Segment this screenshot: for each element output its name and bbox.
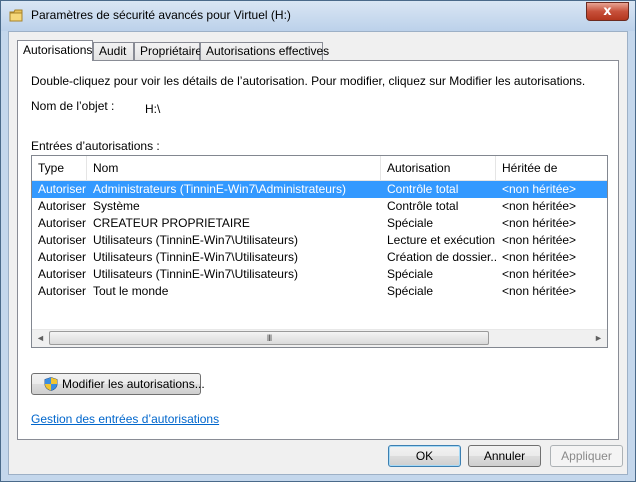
- scroll-left-icon[interactable]: ◄: [32, 330, 49, 347]
- cell-name: Administrateurs (TinninE-Win7\Administra…: [93, 182, 346, 196]
- dialog-body: Autorisations Audit Propriétaire Autoris…: [8, 31, 628, 475]
- scrollbar-grip-icon: III: [266, 333, 273, 343]
- uac-shield-icon: [44, 377, 58, 391]
- table-row[interactable]: Autoriser Utilisateurs (TinninE-Win7\Uti…: [32, 232, 607, 249]
- folder-icon: [9, 9, 23, 22]
- cell-inherited: <non héritée>: [502, 199, 577, 213]
- table-row[interactable]: Autoriser Utilisateurs (TinninE-Win7\Uti…: [32, 266, 607, 283]
- cell-permission: Contrôle total: [387, 182, 459, 196]
- table-row[interactable]: Autoriser Système Contrôle total <non hé…: [32, 198, 607, 215]
- horizontal-scrollbar[interactable]: ◄ III ►: [32, 329, 607, 347]
- cell-type: Autoriser: [38, 233, 87, 247]
- object-name-label: Nom de l’objet :: [31, 99, 115, 113]
- cell-name: Utilisateurs (TinninE-Win7\Utilisateurs): [93, 267, 298, 281]
- scroll-right-icon[interactable]: ►: [590, 330, 607, 347]
- cell-name: Système: [93, 199, 140, 213]
- cell-inherited: <non héritée>: [502, 233, 577, 247]
- instructions-text: Double-cliquez pour voir les détails de …: [31, 74, 586, 88]
- entries-label: Entrées d’autorisations :: [31, 139, 160, 153]
- cell-type: Autoriser: [38, 284, 87, 298]
- cell-type: Autoriser: [38, 199, 87, 213]
- column-header-permission[interactable]: Autorisation: [381, 156, 496, 180]
- cell-inherited: <non héritée>: [502, 284, 577, 298]
- apply-button[interactable]: Appliquer: [550, 445, 623, 467]
- window-title: Paramètres de sécurité avancés pour Virt…: [31, 8, 291, 22]
- cell-type: Autoriser: [38, 216, 87, 230]
- close-button[interactable]: x: [586, 2, 629, 21]
- cell-permission: Spéciale: [387, 216, 434, 230]
- cell-inherited: <non héritée>: [502, 182, 577, 196]
- cell-inherited: <non héritée>: [502, 216, 577, 230]
- manage-entries-link[interactable]: Gestion des entrées d’autorisations: [31, 412, 219, 426]
- list-header: Type Nom Autorisation Héritée de: [32, 156, 607, 181]
- table-row[interactable]: Autoriser Tout le monde Spéciale <non hé…: [32, 283, 607, 300]
- cell-permission: Spéciale: [387, 284, 434, 298]
- tab-autorisations-effectives[interactable]: Autorisations effectives: [200, 42, 329, 60]
- cell-permission: Contrôle total: [387, 199, 459, 213]
- object-name-value: H:\: [145, 102, 161, 116]
- tab-audit[interactable]: Audit: [93, 42, 134, 60]
- cell-name: Utilisateurs (TinninE-Win7\Utilisateurs): [93, 233, 298, 247]
- scrollbar-thumb[interactable]: III: [49, 331, 489, 345]
- cell-type: Autoriser: [38, 267, 87, 281]
- column-header-type[interactable]: Type: [32, 156, 87, 180]
- permission-entries-list[interactable]: Type Nom Autorisation Héritée de Autoris…: [31, 155, 608, 348]
- permissions-panel: Double-cliquez pour voir les détails de …: [17, 60, 619, 440]
- cell-permission: Spéciale: [387, 267, 434, 281]
- cell-type: Autoriser: [38, 182, 87, 196]
- column-header-name[interactable]: Nom: [87, 156, 381, 180]
- cell-name: Tout le monde: [93, 284, 169, 298]
- tab-autorisations[interactable]: Autorisations: [17, 40, 93, 61]
- cell-name: Utilisateurs (TinninE-Win7\Utilisateurs): [93, 250, 298, 264]
- tab-proprietaire[interactable]: Propriétaire: [134, 42, 202, 60]
- cell-permission: Lecture et exécution: [387, 233, 496, 247]
- modify-permissions-button[interactable]: Modifier les autorisations...: [31, 373, 205, 395]
- cell-inherited: <non héritée>: [502, 267, 577, 281]
- table-row[interactable]: Autoriser CREATEUR PROPRIETAIRE Spéciale…: [32, 215, 607, 232]
- close-icon: x: [603, 4, 612, 19]
- title-bar[interactable]: Paramètres de sécurité avancés pour Virt…: [1, 1, 635, 31]
- table-row[interactable]: Autoriser Utilisateurs (TinninE-Win7\Uti…: [32, 249, 607, 266]
- cell-permission: Création de dossier...: [387, 250, 496, 264]
- cell-type: Autoriser: [38, 250, 87, 264]
- modify-permissions-label: Modifier les autorisations...: [62, 377, 205, 391]
- ok-button[interactable]: OK: [388, 445, 461, 467]
- cell-inherited: <non héritée>: [502, 250, 577, 264]
- window: Paramètres de sécurité avancés pour Virt…: [0, 0, 636, 482]
- cell-name: CREATEUR PROPRIETAIRE: [93, 216, 250, 230]
- table-row[interactable]: Autoriser Administrateurs (TinninE-Win7\…: [32, 181, 607, 198]
- column-header-inherited[interactable]: Héritée de: [496, 156, 607, 180]
- cancel-button[interactable]: Annuler: [468, 445, 541, 467]
